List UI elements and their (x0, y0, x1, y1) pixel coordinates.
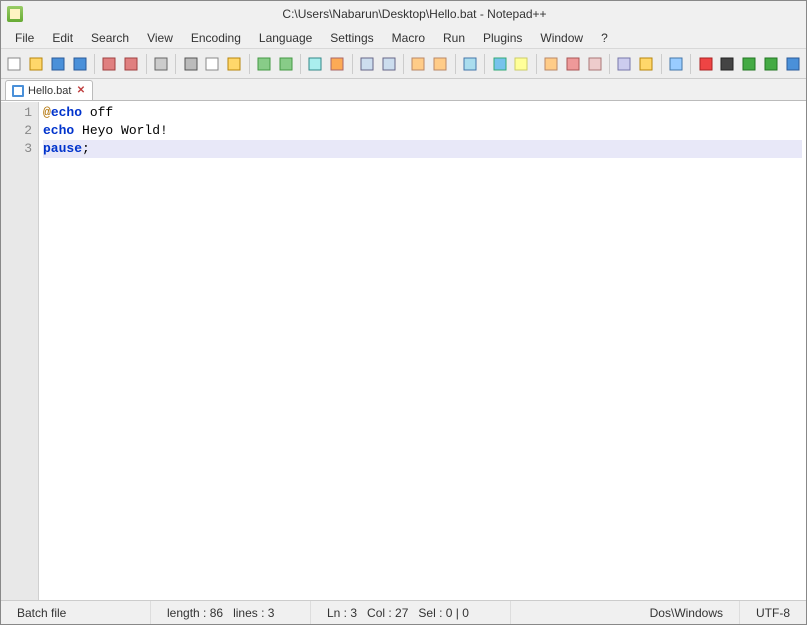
menu-window[interactable]: Window (532, 29, 591, 47)
menu-search[interactable]: Search (83, 29, 137, 47)
menu-view[interactable]: View (139, 29, 181, 47)
sync-v-icon[interactable] (409, 54, 428, 74)
code-text: off (82, 105, 113, 120)
toolbar-separator (609, 54, 610, 74)
open-file-icon[interactable] (27, 54, 46, 74)
menu-plugins[interactable]: Plugins (475, 29, 530, 47)
toolbar-separator (484, 54, 485, 74)
lang-icon[interactable] (542, 54, 561, 74)
menu-encoding[interactable]: Encoding (183, 29, 249, 47)
tabbar: Hello.bat ✕ (1, 79, 806, 101)
folder-icon[interactable] (637, 54, 656, 74)
titlebar: C:\Users\Nabarun\Desktop\Hello.bat - Not… (1, 1, 806, 27)
status-eol: Dos\Windows (634, 601, 740, 624)
status-cursor: Ln : 3 Col : 27 Sel : 0 | 0 (311, 601, 511, 624)
record-icon[interactable] (696, 54, 715, 74)
code-area[interactable]: @echo offecho Heyo World!pause; (39, 102, 806, 600)
toolbar-separator (690, 54, 691, 74)
menu-settings[interactable]: Settings (322, 29, 381, 47)
doc-map-icon[interactable] (564, 54, 583, 74)
status-length-lines: length : 86 lines : 3 (151, 601, 311, 624)
menu-language[interactable]: Language (251, 29, 320, 47)
monitor-icon[interactable] (667, 54, 686, 74)
file-icon (12, 85, 24, 97)
close-all-icon[interactable] (122, 54, 141, 74)
gutter: 123 (1, 102, 39, 600)
close-icon[interactable] (100, 54, 119, 74)
indent-guide-icon[interactable] (512, 54, 531, 74)
replace-icon[interactable] (328, 54, 347, 74)
toolbar-separator (455, 54, 456, 74)
code-text: ; (82, 141, 90, 156)
code-text: Heyo World! (74, 123, 168, 138)
keyword: echo (51, 105, 82, 120)
toolbar-separator (94, 54, 95, 74)
all-chars-icon[interactable] (490, 54, 509, 74)
code-line[interactable]: pause; (43, 140, 802, 158)
status-lines: lines : 3 (233, 606, 274, 620)
code-line[interactable]: @echo off (43, 104, 802, 122)
toolbar-separator (536, 54, 537, 74)
keyword: echo (43, 123, 74, 138)
function-list-icon[interactable] (615, 54, 634, 74)
line-number: 3 (3, 140, 32, 158)
status-ln: Ln : 3 (327, 606, 357, 620)
toolbar-separator (175, 54, 176, 74)
menu-run[interactable]: Run (435, 29, 473, 47)
cut-icon[interactable] (181, 54, 200, 74)
window-title: C:\Users\Nabarun\Desktop\Hello.bat - Not… (29, 7, 800, 21)
wordwrap-icon[interactable] (461, 54, 480, 74)
copy-icon[interactable] (203, 54, 222, 74)
doc-list-icon[interactable] (585, 54, 604, 74)
toolbar (1, 49, 806, 79)
menu-file[interactable]: File (7, 29, 42, 47)
zoom-in-icon[interactable] (358, 54, 377, 74)
save-all-icon[interactable] (70, 54, 89, 74)
line-number: 2 (3, 122, 32, 140)
paste-icon[interactable] (225, 54, 244, 74)
close-tab-icon[interactable]: ✕ (75, 85, 86, 96)
stop-icon[interactable] (718, 54, 737, 74)
status-length: length : 86 (167, 606, 223, 620)
tab-label: Hello.bat (28, 85, 71, 97)
keyword: pause (43, 141, 82, 156)
undo-icon[interactable] (255, 54, 274, 74)
toolbar-separator (249, 54, 250, 74)
at-symbol: @ (43, 105, 51, 120)
sync-h-icon[interactable] (431, 54, 450, 74)
menu-[interactable]: ? (593, 29, 616, 47)
code-line[interactable]: echo Heyo World! (43, 122, 802, 140)
toolbar-separator (300, 54, 301, 74)
toolbar-separator (146, 54, 147, 74)
redo-icon[interactable] (276, 54, 295, 74)
play-icon[interactable] (740, 54, 759, 74)
play-multi-icon[interactable] (762, 54, 781, 74)
statusbar: Batch file length : 86 lines : 3 Ln : 3 … (1, 600, 806, 624)
zoom-out-icon[interactable] (379, 54, 398, 74)
save-icon[interactable] (49, 54, 68, 74)
status-sel: Sel : 0 | 0 (418, 606, 468, 620)
status-encoding: UTF-8 (740, 601, 806, 624)
toolbar-separator (661, 54, 662, 74)
new-file-icon[interactable] (5, 54, 24, 74)
toolbar-separator (403, 54, 404, 74)
app-icon (7, 6, 23, 22)
find-icon[interactable] (306, 54, 325, 74)
toolbar-separator (352, 54, 353, 74)
save-macro-icon[interactable] (783, 54, 802, 74)
line-number: 1 (3, 104, 32, 122)
status-col: Col : 27 (367, 606, 408, 620)
menu-edit[interactable]: Edit (44, 29, 81, 47)
print-icon[interactable] (152, 54, 171, 74)
menubar: FileEditSearchViewEncodingLanguageSettin… (1, 27, 806, 49)
status-filetype: Batch file (1, 601, 151, 624)
editor[interactable]: 123 @echo offecho Heyo World!pause; (1, 101, 806, 600)
menu-macro[interactable]: Macro (384, 29, 433, 47)
tab-hello-bat[interactable]: Hello.bat ✕ (5, 80, 93, 100)
